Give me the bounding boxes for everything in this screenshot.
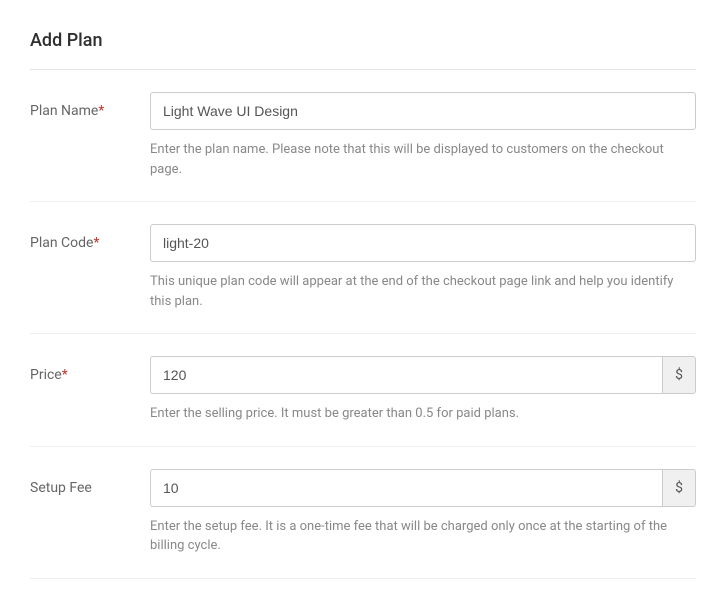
setup-fee-help: Enter the setup fee. It is a one-time fe… (150, 517, 696, 556)
plan-name-label: Plan Name* (30, 103, 104, 119)
price-input[interactable] (150, 356, 662, 394)
price-help: Enter the selling price. It must be grea… (150, 404, 696, 424)
currency-addon: $ (662, 469, 696, 507)
plan-name-help: Enter the plan name. Please note that th… (150, 140, 696, 179)
required-marker: * (93, 235, 99, 251)
setup-fee-input[interactable] (150, 469, 662, 507)
page-title: Add Plan (30, 30, 696, 51)
plan-code-input[interactable] (150, 224, 696, 262)
required-marker: * (98, 103, 104, 119)
required-marker: * (62, 367, 68, 383)
plan-code-help: This unique plan code will appear at the… (150, 272, 696, 311)
currency-addon: $ (662, 356, 696, 394)
setup-fee-label: Setup Fee (30, 480, 92, 496)
price-row: Price* $ Enter the selling price. It mus… (30, 334, 696, 447)
plan-code-label: Plan Code* (30, 235, 100, 251)
price-label: Price* (30, 367, 68, 383)
setup-fee-row: Setup Fee $ Enter the setup fee. It is a… (30, 447, 696, 579)
plan-name-input[interactable] (150, 92, 696, 130)
plan-code-row: Plan Code* This unique plan code will ap… (30, 202, 696, 334)
plan-name-row: Plan Name* Enter the plan name. Please n… (30, 70, 696, 202)
